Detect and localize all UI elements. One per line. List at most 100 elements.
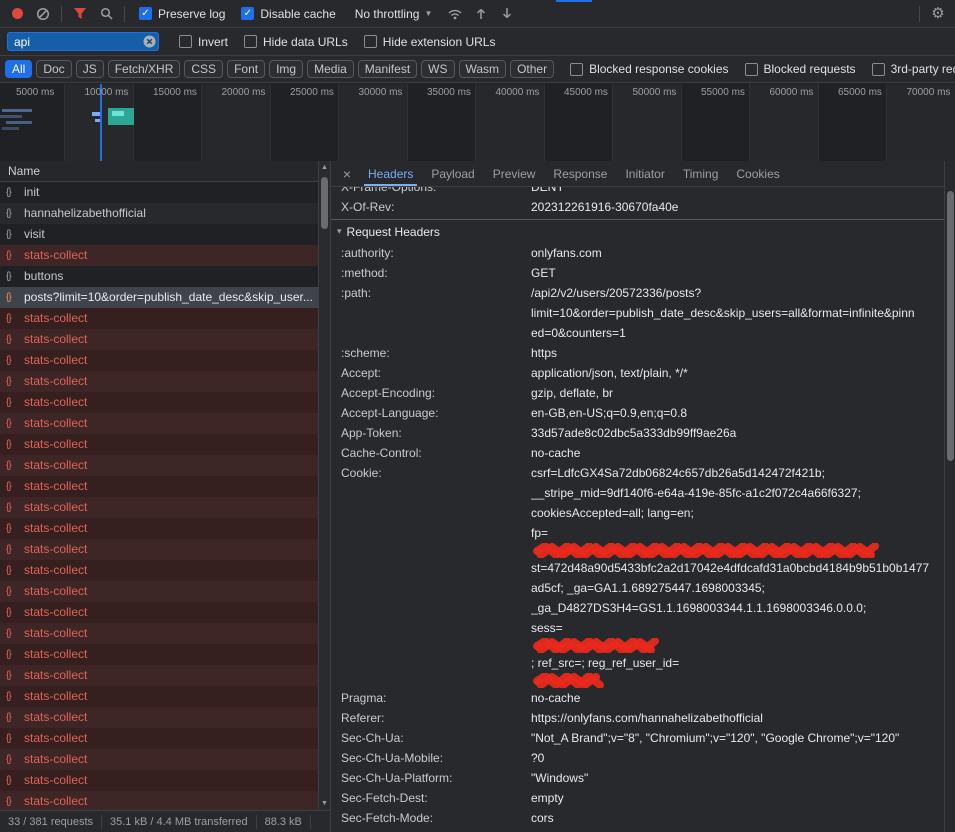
clear-button[interactable] (31, 2, 55, 26)
tab-response[interactable]: Response (544, 161, 616, 186)
chevron-down-icon: ▾ (337, 226, 342, 237)
header-row: Sec-Ch-Ua-Mobile:?0 (331, 748, 944, 768)
request-row[interactable]: {}stats-collect (0, 518, 318, 539)
detail-scrollbar[interactable] (944, 161, 955, 832)
request-row[interactable]: {}stats-collect (0, 434, 318, 455)
filter-pill-wasm[interactable]: Wasm (459, 60, 507, 78)
timeline-tick-label: 65000 ms (838, 87, 882, 98)
blocked-requests-checkbox[interactable]: Blocked requests (745, 62, 856, 76)
scrollbar-thumb[interactable] (321, 177, 328, 229)
import-har-button[interactable] (469, 2, 493, 26)
request-row[interactable]: {}stats-collect (0, 665, 318, 686)
filter-funnel-icon (73, 7, 87, 20)
request-row[interactable]: {}stats-collect (0, 581, 318, 602)
tab-cookies[interactable]: Cookies (727, 161, 788, 186)
tab-preview[interactable]: Preview (484, 161, 545, 186)
checkbox-icon (872, 63, 885, 76)
filter-pill-media[interactable]: Media (307, 60, 354, 78)
header-value-text: DENY (531, 187, 564, 194)
checkbox-label: Blocked requests (764, 62, 856, 76)
search-button[interactable] (94, 2, 118, 26)
request-row[interactable]: {}stats-collect (0, 644, 318, 665)
filter-pill-fetch-xhr[interactable]: Fetch/XHR (108, 60, 181, 78)
filter-pill-js[interactable]: JS (76, 60, 104, 78)
checkbox-icon (244, 35, 257, 48)
checkbox-label: Hide extension URLs (383, 35, 496, 49)
timeline-overview[interactable]: 5000 ms10000 ms15000 ms20000 ms25000 ms3… (0, 84, 955, 162)
request-row[interactable]: {}stats-collect (0, 308, 318, 329)
3rd-party-requests-checkbox[interactable]: 3rd-party requests (872, 62, 955, 76)
header-value-text: no-cache (531, 691, 580, 705)
braces-icon: {} (6, 455, 11, 476)
filter-pill-font[interactable]: Font (227, 60, 265, 78)
filter-button[interactable] (68, 2, 92, 26)
filter-pill-img[interactable]: Img (269, 60, 303, 78)
filter-pill-other[interactable]: Other (510, 60, 554, 78)
detail-tab-bar: × HeadersPayloadPreviewResponseInitiator… (331, 161, 955, 187)
hide-data-urls-checkbox[interactable]: Hide data URLs (244, 35, 348, 49)
throttling-select[interactable]: No throttling ▼ (355, 7, 433, 21)
filter-pill-doc[interactable]: Doc (36, 60, 71, 78)
settings-button[interactable]: ⚙ (926, 2, 950, 26)
header-row: cookiesAccepted=all; lang=en; (331, 503, 944, 523)
tab-timing[interactable]: Timing (674, 161, 728, 186)
invert-checkbox[interactable]: Invert (179, 35, 228, 49)
tab-headers[interactable]: Headers (359, 161, 422, 186)
filter-input[interactable] (7, 32, 159, 51)
filter-bar: Invert Hide data URLs Hide extension URLs (0, 28, 955, 56)
request-row[interactable]: {}stats-collect (0, 749, 318, 770)
request-row[interactable]: {}stats-collect (0, 497, 318, 518)
export-har-button[interactable] (495, 2, 519, 26)
header-value-text: no-cache (531, 446, 580, 460)
filter-pill-all[interactable]: All (5, 60, 32, 78)
filter-pill-ws[interactable]: WS (421, 60, 454, 78)
request-row[interactable]: {}stats-collect (0, 476, 318, 497)
request-row[interactable]: {}stats-collect (0, 539, 318, 560)
request-row[interactable]: {}posts?limit=10&order=publish_date_desc… (0, 287, 318, 308)
request-row[interactable]: {}visit (0, 224, 318, 245)
request-row[interactable]: {}stats-collect (0, 371, 318, 392)
name-column-header[interactable]: Name (0, 161, 330, 182)
timeline-tick-label: 50000 ms (633, 87, 677, 98)
request-row[interactable]: {}stats-collect (0, 350, 318, 371)
header-row: :scheme:https (331, 343, 944, 363)
request-list-scrollbar[interactable]: ▲ ▼ (318, 161, 330, 810)
scrollbar-thumb[interactable] (947, 191, 954, 461)
tab-initiator[interactable]: Initiator (616, 161, 673, 186)
tab-payload[interactable]: Payload (422, 161, 483, 186)
upload-icon (475, 7, 487, 20)
request-row[interactable]: {}buttons (0, 266, 318, 287)
header-value-text: cookiesAccepted=all; lang=en; (531, 506, 694, 520)
request-name: stats-collect (24, 773, 87, 787)
header-name: App-Token: (331, 423, 531, 443)
clear-filter-icon[interactable] (143, 35, 156, 48)
filter-pill-manifest[interactable]: Manifest (358, 60, 417, 78)
request-row[interactable]: {}stats-collect (0, 602, 318, 623)
request-row[interactable]: {}stats-collect (0, 560, 318, 581)
request-row[interactable]: {}hannahelizabethofficial (0, 203, 318, 224)
network-conditions-button[interactable] (443, 2, 467, 26)
blocked-response-cookies-checkbox[interactable]: Blocked response cookies (570, 62, 728, 76)
request-row[interactable]: {}stats-collect (0, 728, 318, 749)
request-row[interactable]: {}stats-collect (0, 245, 318, 266)
request-row[interactable]: {}stats-collect (0, 455, 318, 476)
request-row[interactable]: {}stats-collect (0, 623, 318, 644)
request-row[interactable]: {}stats-collect (0, 329, 318, 350)
request-row[interactable]: {}stats-collect (0, 413, 318, 434)
request-row[interactable]: {}stats-collect (0, 707, 318, 728)
request-row[interactable]: {}init (0, 182, 318, 203)
request-row[interactable]: {}stats-collect (0, 770, 318, 791)
record-button[interactable] (5, 2, 29, 26)
request-row[interactable]: {}stats-collect (0, 686, 318, 707)
header-row: :method:GET (331, 263, 944, 283)
filter-pill-css[interactable]: CSS (184, 60, 223, 78)
request-row[interactable]: {}stats-collect (0, 791, 318, 810)
header-value-text: https (531, 346, 557, 360)
request-headers-section-header[interactable]: ▾Request Headers (331, 219, 944, 243)
request-row[interactable]: {}stats-collect (0, 392, 318, 413)
hide-extension-urls-checkbox[interactable]: Hide extension URLs (364, 35, 496, 49)
preserve-log-checkbox[interactable]: ✓Preserve log (139, 7, 225, 21)
request-list-panel: Name {}init{}hannahelizabethofficial{}vi… (0, 161, 330, 810)
close-button[interactable]: × (335, 166, 359, 182)
disable-cache-checkbox[interactable]: ✓Disable cache (241, 7, 335, 21)
